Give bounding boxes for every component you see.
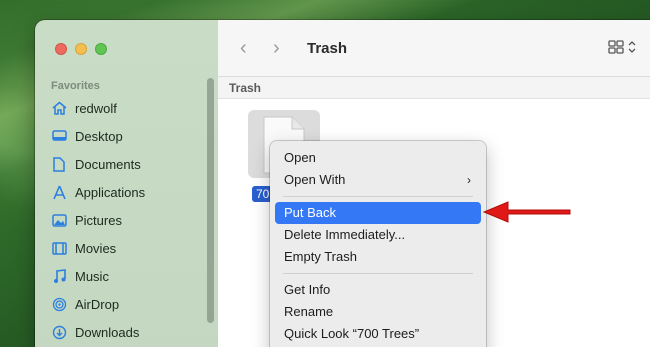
airdrop-icon xyxy=(51,296,67,312)
sidebar-item-airdrop[interactable]: AirDrop xyxy=(51,293,119,315)
menu-item-label: Open With xyxy=(284,172,346,187)
sidebar-item-downloads[interactable]: Downloads xyxy=(51,321,139,343)
sidebar-scrollbar[interactable] xyxy=(207,78,214,323)
sidebar-item-applications[interactable]: Applications xyxy=(51,181,145,203)
back-chevron-icon[interactable]: ‹ xyxy=(240,38,247,58)
desktop-icon xyxy=(51,128,67,144)
view-mode-button[interactable] xyxy=(608,39,648,59)
sidebar-item-pictures[interactable]: Pictures xyxy=(51,209,122,231)
menu-item-label: Quick Look “700 Trees” xyxy=(284,326,420,341)
sidebar-item-label: Movies xyxy=(75,240,117,256)
document-icon xyxy=(51,156,67,172)
sidebar: Favorites redwolf Desktop Documents Appl… xyxy=(35,20,218,347)
path-bar-label: Trash xyxy=(229,81,262,95)
menu-item-label: Rename xyxy=(284,304,334,319)
menu-item-delete-immediately[interactable]: Delete Immediately... xyxy=(275,224,481,246)
sidebar-item-label: Music xyxy=(75,268,109,284)
sidebar-item-redwolf[interactable]: redwolf xyxy=(51,97,117,119)
menu-item-label: Empty Trash xyxy=(284,249,357,264)
menu-item-label: Get Info xyxy=(284,282,331,297)
home-icon xyxy=(51,100,67,116)
minimize-window-button[interactable] xyxy=(75,43,87,55)
submenu-chevron-icon: › xyxy=(467,173,471,187)
window-title: Trash xyxy=(307,40,348,57)
menu-item-label: Put Back xyxy=(284,205,337,220)
menu-item-quick-look[interactable]: Quick Look “700 Trees” xyxy=(275,323,481,345)
menu-separator xyxy=(283,196,473,197)
grid-view-icon xyxy=(608,39,624,59)
sidebar-item-documents[interactable]: Documents xyxy=(51,153,141,175)
movies-icon xyxy=(51,240,67,256)
close-window-button[interactable] xyxy=(55,43,67,55)
path-bar: Trash xyxy=(218,77,650,99)
toolbar: ‹ › Trash xyxy=(218,20,650,77)
menu-item-label: Open xyxy=(284,150,316,165)
red-arrow-annotation-icon xyxy=(482,201,571,223)
menu-separator xyxy=(283,273,473,274)
sidebar-item-label: redwolf xyxy=(75,100,117,116)
context-menu: Open Open With › Put Back Delete Immedia… xyxy=(270,141,486,347)
sidebar-item-label: Documents xyxy=(75,156,141,172)
downloads-icon xyxy=(51,324,67,340)
menu-item-get-info[interactable]: Get Info xyxy=(275,279,481,301)
music-note-icon xyxy=(51,268,67,284)
sidebar-item-label: Applications xyxy=(75,184,146,200)
menu-item-open-with[interactable]: Open With › xyxy=(275,169,481,191)
sidebar-item-desktop[interactable]: Desktop xyxy=(51,125,123,147)
zoom-window-button[interactable] xyxy=(95,43,107,55)
sidebar-item-movies[interactable]: Movies xyxy=(51,237,116,259)
forward-chevron-icon[interactable]: › xyxy=(273,38,280,58)
menu-item-put-back[interactable]: Put Back xyxy=(275,202,481,224)
menu-item-empty-trash[interactable]: Empty Trash xyxy=(275,246,481,268)
sidebar-heading-favorites: Favorites xyxy=(51,80,100,92)
menu-item-label: Delete Immediately... xyxy=(284,227,406,242)
sidebar-item-music[interactable]: Music xyxy=(51,265,109,287)
menu-item-open[interactable]: Open xyxy=(275,147,481,169)
applications-icon xyxy=(51,184,67,200)
sidebar-item-label: Downloads xyxy=(75,324,140,340)
menu-item-rename[interactable]: Rename xyxy=(275,301,481,323)
chevron-updown-icon xyxy=(628,40,636,59)
pictures-icon xyxy=(51,212,67,228)
sidebar-item-label: Desktop xyxy=(75,128,123,144)
sidebar-item-label: Pictures xyxy=(75,212,122,228)
sidebar-item-label: AirDrop xyxy=(75,296,120,312)
